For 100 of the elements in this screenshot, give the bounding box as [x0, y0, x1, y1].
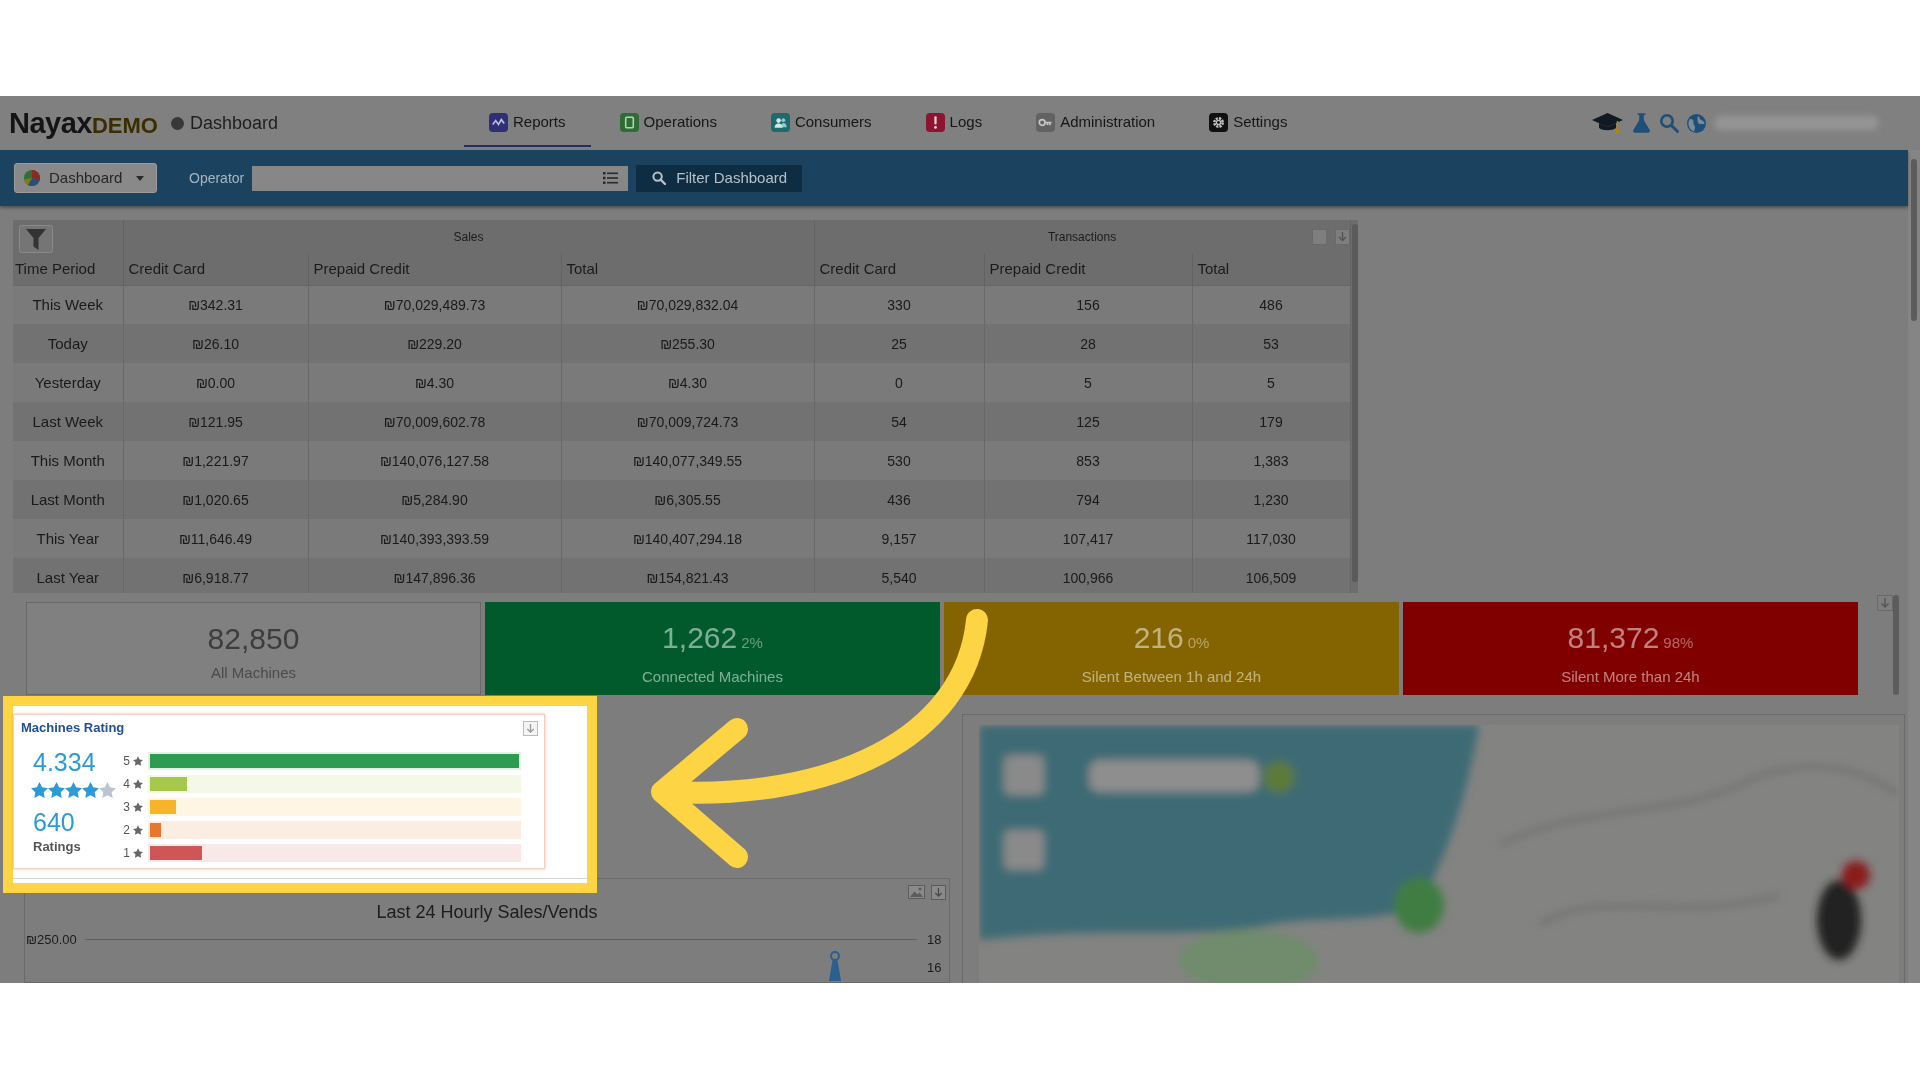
table-cell: Yesterday — [34, 373, 101, 391]
table-cell: ₪121.95 — [188, 413, 243, 430]
star-icon — [133, 779, 143, 789]
key-icon — [1036, 112, 1056, 132]
table-cell: Last Week — [32, 412, 104, 430]
list-icon[interactable] — [603, 172, 619, 184]
download-icon[interactable] — [931, 885, 946, 900]
chart-title: Last 24 Hourly Sales/Vends — [375, 901, 599, 923]
table-cell: 794 — [1076, 491, 1100, 508]
table-cell: 5 — [1084, 374, 1092, 391]
axis-tick-label: ₪250.00 — [26, 932, 77, 947]
table-cell: 117,030 — [1246, 530, 1296, 547]
operator-field[interactable] — [252, 165, 629, 191]
column-header[interactable]: Credit Card — [819, 259, 897, 277]
status-card[interactable]: 216 0% Silent Between 1h and 24h — [944, 602, 1399, 695]
column-header[interactable]: Total — [1197, 259, 1230, 277]
table-cell: 5,540 — [881, 569, 917, 586]
table-cell: 106,509 — [1245, 569, 1297, 586]
search-icon[interactable] — [1659, 113, 1679, 133]
table-cell: ₪6,918.77 — [182, 569, 249, 586]
table-cell: 1,383 — [1253, 452, 1289, 469]
table-cell: Last Month — [30, 490, 105, 508]
ratings-label: Ratings — [32, 839, 82, 854]
table-cell: ₪4.30 — [667, 374, 708, 391]
table-cell: ₪26.10 — [192, 335, 239, 352]
table-cell: 0 — [895, 374, 903, 391]
column-header[interactable]: Time Period — [15, 259, 96, 277]
status-card[interactable]: 81,372 98% Silent More than 24h — [1403, 602, 1858, 695]
table-cell: 436 — [887, 491, 911, 508]
table-cell: 1,230 — [1253, 491, 1289, 508]
column-group-header: Sales — [453, 228, 484, 246]
status-percent: 2% — [741, 633, 763, 653]
scrollbar-thumb[interactable] — [1911, 159, 1917, 321]
table-cell: ₪140,077,349.55 — [632, 452, 743, 469]
exclamation-icon — [925, 112, 945, 132]
table-cell: Last Year — [36, 568, 100, 586]
star-level-label: 2 — [122, 823, 130, 837]
column-header[interactable]: Prepaid Credit — [313, 259, 410, 277]
star-icon — [133, 802, 143, 812]
table-cell: ₪70,009,724.73 — [636, 413, 739, 430]
star-icon — [133, 848, 143, 858]
nav-tab[interactable]: Reports — [464, 99, 591, 147]
download-icon[interactable] — [1877, 595, 1893, 611]
table-cell: This Year — [36, 529, 99, 547]
table-cell: ₪0.00 — [195, 374, 236, 391]
nav-tab[interactable]: Administration — [1011, 99, 1181, 147]
chart-marker — [828, 951, 842, 981]
average-rating: 4.334 — [32, 749, 97, 775]
star-icon — [48, 782, 65, 798]
table-cell: 330 — [887, 296, 911, 313]
download-icon[interactable] — [1334, 228, 1350, 245]
table-cell: 530 — [887, 452, 911, 469]
filter-icon[interactable] — [19, 225, 53, 253]
document-icon — [619, 112, 639, 132]
nav-tab[interactable]: Consumers — [745, 99, 897, 147]
download-icon[interactable] — [523, 720, 538, 736]
status-percent: 0% — [1187, 633, 1210, 653]
table-cell: 100,966 — [1062, 569, 1114, 586]
table-cell: 5 — [1267, 374, 1275, 391]
status-count: 82,850 — [207, 621, 300, 657]
column-group-header: Transactions — [1047, 228, 1117, 246]
column-header[interactable]: Total — [566, 259, 599, 277]
rating-count: 640 — [32, 809, 76, 835]
globe-icon[interactable] — [1687, 113, 1706, 133]
table-cell: ₪70,029,489.73 — [383, 296, 486, 313]
column-header[interactable]: Prepaid Credit — [989, 259, 1086, 277]
flask-icon[interactable] — [1632, 113, 1651, 133]
status-label: Silent More than 24h — [1561, 667, 1700, 687]
graduation-cap-icon[interactable] — [1591, 112, 1624, 134]
scrollbar-thumb[interactable] — [1893, 595, 1899, 695]
table-cell: ₪1,221.97 — [182, 452, 249, 469]
column-header[interactable]: Credit Card — [128, 259, 206, 277]
status-card[interactable]: 1,262 2% Connected Machines — [485, 602, 940, 695]
table-cell: ₪1,020.65 — [182, 491, 249, 508]
status-count: 1,262 — [662, 620, 738, 656]
status-label: Connected Machines — [642, 667, 783, 687]
operator-label: Operator — [189, 168, 245, 188]
table-cell: ₪140,393,393.59 — [379, 530, 490, 547]
table-cell: ₪5,284.90 — [401, 491, 468, 508]
nav-tab[interactable]: Settings — [1184, 99, 1313, 147]
dashboard-dropdown[interactable]: Dashboard — [14, 163, 157, 193]
image-icon[interactable] — [908, 885, 925, 899]
table-cell: 156 — [1076, 296, 1100, 313]
star-icon — [82, 782, 99, 798]
filter-dashboard-button[interactable]: Filter Dashboard — [636, 164, 803, 192]
nav-tab[interactable]: Operations — [594, 99, 742, 147]
table-cell: ₪4.30 — [414, 374, 455, 391]
table-cell: ₪229.20 — [407, 335, 462, 352]
star-icon — [65, 782, 82, 798]
table-cell: 125 — [1076, 413, 1100, 430]
scrollbar-thumb[interactable] — [1351, 224, 1358, 582]
logo[interactable]: NayaxDEMO — [9, 108, 158, 138]
table-cell: 853 — [1076, 452, 1100, 469]
star-level-label: 5 — [122, 754, 130, 768]
nav-tab[interactable]: Logs — [900, 99, 1008, 147]
table-cell: ₪154,821.43 — [646, 569, 729, 586]
table-cell: 54 — [891, 413, 907, 430]
status-percent: 98% — [1663, 633, 1694, 653]
table-cell: This Month — [30, 451, 105, 469]
table-cell: 179 — [1259, 413, 1283, 430]
